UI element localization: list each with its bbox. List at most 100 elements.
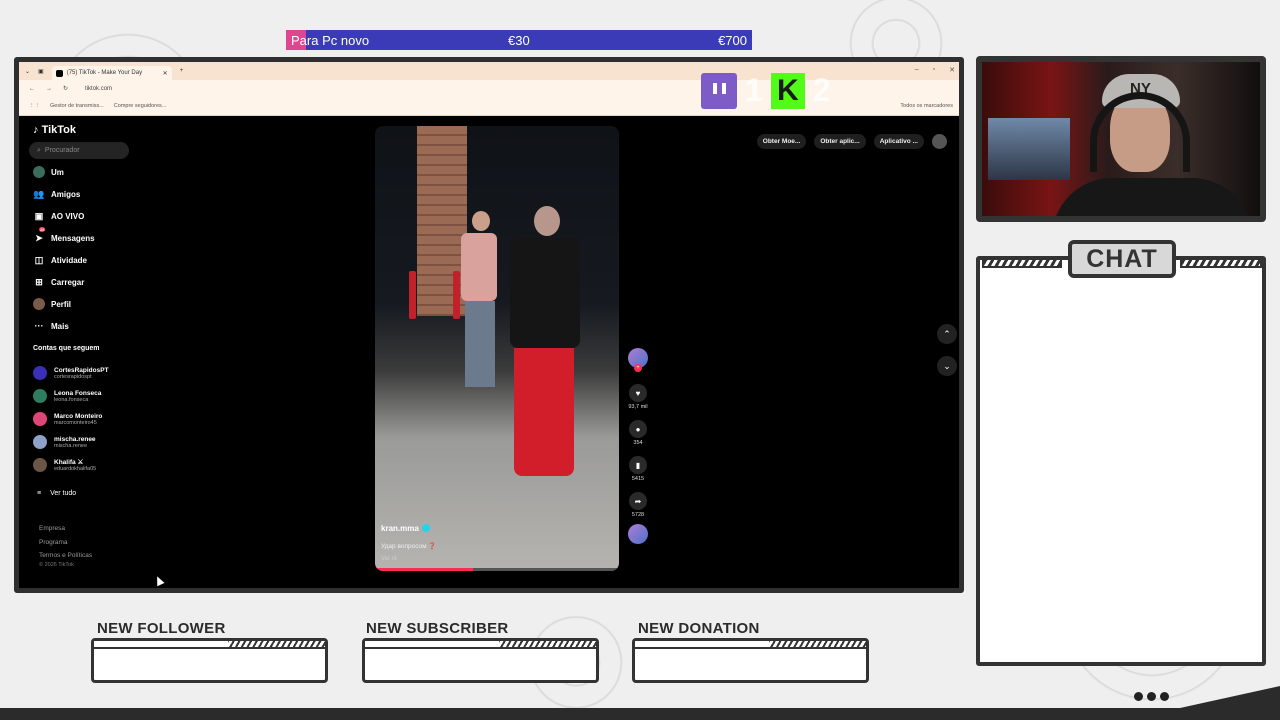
avatar <box>33 458 47 472</box>
browser-tab[interactable]: (75) TikTok - Make Your Day ✕ <box>51 66 172 80</box>
webcam-feed: NY <box>982 62 1260 216</box>
window-controls: – ▫ ✕ <box>915 66 955 74</box>
following-name: Khalifa ⚔ <box>54 458 84 466</box>
mouse-cursor-icon <box>153 574 165 587</box>
goal-label: Para Pc novo <box>291 32 370 48</box>
friends-icon: 👥 <box>33 188 45 199</box>
nav-item-mensagens[interactable]: ➤ 25 Mensagens <box>33 227 95 244</box>
footer-link[interactable]: Programa <box>39 536 92 550</box>
like-count: 93,7 mil <box>628 404 648 410</box>
alert-stripe <box>635 641 866 649</box>
close-window-icon[interactable]: ✕ <box>949 66 955 74</box>
chat-header-decoration <box>982 258 1062 268</box>
see-all-link[interactable]: ≡ Ver tudo <box>37 490 76 497</box>
verified-icon <box>421 524 430 532</box>
forward-icon[interactable]: → <box>46 86 52 92</box>
desktop-app-button[interactable]: Aplicativo ... <box>873 134 924 149</box>
video-progress-bar[interactable] <box>375 568 619 571</box>
tab-menu-icon[interactable]: ⌄ <box>25 68 30 75</box>
nav-label: Mais <box>51 321 69 331</box>
search-placeholder: Procurador <box>44 147 80 154</box>
bookmark-icon[interactable]: ▮ <box>629 456 647 474</box>
nav-label: AO VIVO <box>51 211 85 221</box>
donation-goal-bar: Para Pc novo €30 €700 <box>286 30 752 50</box>
tiktok-favicon-icon <box>55 69 63 77</box>
following-item[interactable]: mischa.renee mischa.renee <box>33 435 96 449</box>
webcam-frame: NY <box>976 56 1266 222</box>
new-subscriber-title: NEW SUBSCRIBER <box>366 620 509 637</box>
nav-item-live[interactable]: ▣ AO VIVO <box>33 210 85 222</box>
get-coins-button[interactable]: Obter Moe... <box>756 134 807 149</box>
minimize-icon[interactable]: – <box>915 66 919 74</box>
user-avatar[interactable] <box>932 134 947 149</box>
chat-header-decoration <box>1180 258 1262 268</box>
messages-icon: ➤ 25 <box>35 227 46 243</box>
close-tab-icon[interactable]: ✕ <box>163 70 168 77</box>
music-disc-icon[interactable] <box>628 524 648 544</box>
bookmark-item[interactable]: Compre seguidores... <box>114 103 167 109</box>
new-subscriber-box <box>362 638 599 683</box>
nav-label: Um <box>51 167 64 177</box>
logo-text: TikTok <box>41 124 76 136</box>
more-icon: ··· <box>34 321 44 331</box>
platform-viewer-counters: 1 K 2 <box>701 72 831 109</box>
nav-label: Perfil <box>51 299 72 309</box>
nav-item-perfil[interactable]: Perfil <box>33 298 71 310</box>
messages-badge: 25 <box>39 227 46 232</box>
search-input[interactable]: ⌕ Procurador <box>29 142 129 159</box>
see-all-label: Ver tudo <box>50 490 77 497</box>
tiktok-logo[interactable]: ♪ TikTok <box>33 124 76 136</box>
profile-icon <box>33 298 45 310</box>
following-item[interactable]: Khalifa ⚔ eduardokhalifa05 <box>33 458 96 472</box>
following-item[interactable]: CortesRapidosPT cortesrapidospt <box>33 366 109 380</box>
footer-link[interactable]: Empresa <box>39 522 92 536</box>
nav-item-mais[interactable]: ··· Mais <box>33 320 69 332</box>
nav-item-carregar[interactable]: ⊞ Carregar <box>33 276 84 288</box>
chat-title: CHAT <box>1068 240 1176 278</box>
new-follower-box <box>91 638 328 683</box>
nav-item-atividade[interactable]: ◫ Atividade <box>33 254 87 266</box>
twitch-count: 1 <box>745 72 763 108</box>
tab-group-icon[interactable]: ▣ <box>38 68 44 75</box>
browser-window: ⌄ ▣ (75) TikTok - Make Your Day ✕ + – ▫ … <box>19 62 959 588</box>
chevron-down-icon: ⌄ <box>943 360 951 371</box>
back-icon[interactable]: ← <box>29 86 35 92</box>
avatar <box>33 412 47 426</box>
nav-item-um[interactable]: Um <box>33 166 64 178</box>
tiktok-sidebar: ♪ TikTok ⌕ Procurador Um 👥 Amigos ▣ AO V… <box>19 116 165 588</box>
apps-icon[interactable]: ⋮⋮ <box>29 103 40 109</box>
nav-label: Atividade <box>51 255 88 265</box>
author-name: kran.mma <box>381 524 419 533</box>
chat-panel <box>976 256 1266 666</box>
follow-plus-icon[interactable]: + <box>634 364 642 372</box>
creator-avatar[interactable]: + <box>628 348 648 372</box>
avatar <box>33 389 47 403</box>
list-icon: ≡ <box>37 490 42 497</box>
get-app-button[interactable]: Obter aplic... <box>814 134 866 149</box>
like-icon[interactable]: ♥ <box>629 384 647 402</box>
decorative-dots <box>1134 692 1169 701</box>
all-bookmarks[interactable]: Todos os marcadores <box>900 103 953 109</box>
comment-icon[interactable]: ● <box>629 420 647 438</box>
nav-item-amigos[interactable]: 👥 Amigos <box>33 188 80 200</box>
url-field[interactable]: tiktok.com <box>85 86 112 92</box>
following-item[interactable]: Leona Fonseca leona.fonseca <box>33 389 101 403</box>
previous-video-button[interactable]: ⌃ <box>937 324 957 344</box>
video-author[interactable]: kran.mma <box>381 524 430 533</box>
video-player[interactable]: kran.mma Удар вопросом ❓ Ver rê <box>375 126 619 571</box>
following-name: Marco Monteiro <box>54 412 103 420</box>
share-icon[interactable]: ➦ <box>629 492 647 510</box>
bookmark-item[interactable]: Gestor de transmiss... <box>50 103 104 109</box>
following-item[interactable]: Marco Monteiro marcomonteiro45 <box>33 412 102 426</box>
video-person <box>510 206 590 486</box>
new-tab-icon[interactable]: + <box>180 68 184 74</box>
alert-stripe <box>365 641 596 649</box>
avatar <box>33 366 47 380</box>
top-right-actions: Obter Moe... Obter aplic... Aplicativo .… <box>756 134 947 149</box>
next-video-button[interactable]: ⌄ <box>937 356 957 376</box>
tiktok-page: ♪ TikTok ⌕ Procurador Um 👥 Amigos ▣ AO V… <box>19 116 959 588</box>
reload-icon[interactable]: ↻ <box>63 85 68 92</box>
video-translation-link[interactable]: Ver rê <box>381 556 397 562</box>
maximize-icon[interactable]: ▫ <box>933 66 935 74</box>
live-icon: ▣ <box>34 210 44 221</box>
